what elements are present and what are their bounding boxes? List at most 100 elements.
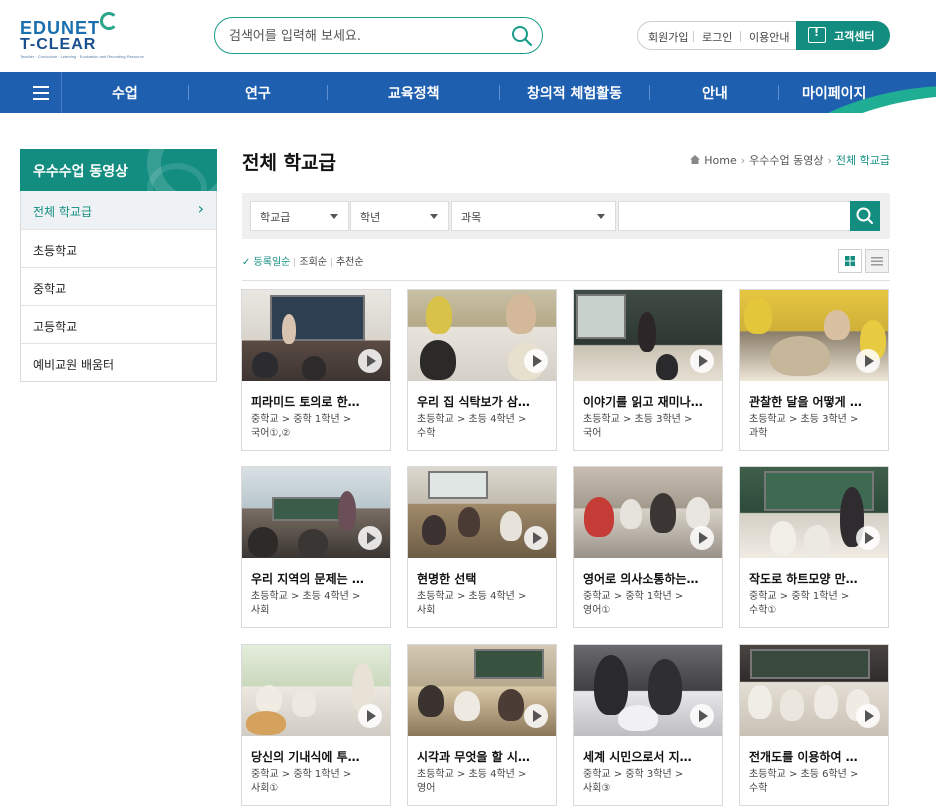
filter-bar: 학교급 학년 과목 [242, 193, 890, 239]
menu-icon[interactable] [21, 72, 61, 113]
play-icon[interactable] [524, 349, 548, 373]
video-thumbnail[interactable] [242, 645, 390, 736]
nav-item-info[interactable]: 안내 [702, 83, 728, 103]
video-card[interactable]: 우리 지역의 문제는 … 초등학교 > 초등 4학년 > 사회 [241, 466, 391, 628]
sidebar-item-high[interactable]: 고등학교 [21, 305, 216, 343]
search-input[interactable] [229, 26, 499, 46]
chevron-right-icon: › [827, 154, 832, 167]
video-title[interactable]: 우리 집 식탁보가 삼… [417, 393, 549, 410]
video-category: 초등학교 > 초등 4학년 > 수학 [417, 414, 527, 439]
video-title[interactable]: 우리 지역의 문제는 … [251, 570, 383, 587]
util-divider [740, 31, 741, 42]
play-icon[interactable] [358, 349, 382, 373]
video-thumbnail[interactable] [242, 290, 390, 381]
sidebar-item-label: 전체 학교급 [33, 205, 93, 219]
sidebar-item-all-levels[interactable]: 전체 학교급 › [21, 191, 216, 229]
play-icon[interactable] [524, 526, 548, 550]
sort-divider [294, 257, 296, 267]
video-card[interactable]: 당신의 기내식에 투… 중학교 > 중학 1학년 > 사회① [241, 644, 391, 806]
play-icon[interactable] [856, 704, 880, 728]
school-level-select[interactable]: 학교급 [250, 201, 349, 231]
breadcrumb-section[interactable]: 우수수업 동영상 [749, 154, 823, 167]
select-label: 학년 [360, 211, 381, 224]
video-category: 초등학교 > 초등 4학년 > 사회 [417, 591, 527, 616]
nav-divider [649, 85, 650, 100]
customer-center-button[interactable]: 고객센터 [796, 21, 890, 50]
play-icon[interactable] [524, 704, 548, 728]
video-title[interactable]: 영어로 의사소통하는… [583, 570, 715, 587]
video-card[interactable]: 우리 집 식탁보가 삼… 초등학교 > 초등 4학년 > 수학 [407, 289, 557, 451]
video-card[interactable]: 관찰한 달을 어떻게 … 초등학교 > 초등 3학년 > 과학 [739, 289, 889, 451]
video-card[interactable]: 작도로 하트모양 만… 중학교 > 중학 1학년 > 수학① [739, 466, 889, 628]
video-card[interactable]: 시각과 무엇을 할 시… 초등학교 > 초등 4학년 > 영어 [407, 644, 557, 806]
grade-select[interactable]: 학년 [350, 201, 449, 231]
play-icon[interactable] [358, 704, 382, 728]
video-title[interactable]: 현명한 선택 [417, 570, 549, 587]
video-title[interactable]: 당신의 기내식에 투… [251, 748, 383, 765]
sort-by-views[interactable]: 조회순 [299, 257, 327, 268]
sort-by-recommend[interactable]: 추천순 [336, 257, 364, 268]
video-thumbnail[interactable] [408, 467, 556, 558]
keyword-input[interactable] [618, 201, 851, 231]
nav-item-creative[interactable]: 창의적 체험활동 [527, 83, 622, 103]
video-thumbnail[interactable] [740, 290, 888, 381]
video-thumbnail[interactable] [740, 467, 888, 558]
guide-link[interactable]: 이용안내 [749, 29, 789, 45]
play-icon[interactable] [856, 526, 880, 550]
video-card[interactable]: 전개도를 이용하여 … 초등학교 > 초등 6학년 > 수학 [739, 644, 889, 806]
home-icon [690, 155, 701, 164]
edunet-logo[interactable]: EDUNET T-CLEAR Teacher · Curriculum · Le… [20, 12, 144, 59]
video-title[interactable]: 관찰한 달을 어떻게 … [749, 393, 881, 410]
chevron-right-icon: › [740, 154, 746, 167]
sidebar-item-preservice[interactable]: 예비교원 배움터 [21, 343, 216, 381]
play-icon[interactable] [358, 526, 382, 550]
sort-by-date[interactable]: 등록일순 [254, 257, 291, 268]
video-category: 초등학교 > 초등 3학년 > 국어 [583, 414, 693, 439]
search-icon[interactable] [511, 25, 533, 47]
monitor-notice-icon [808, 26, 826, 43]
play-icon[interactable] [856, 349, 880, 373]
dropdown-arrow-icon [430, 214, 438, 219]
video-thumbnail[interactable] [740, 645, 888, 736]
list-icon [871, 257, 883, 266]
video-card[interactable]: 이야기를 읽고 재미나… 초등학교 > 초등 3학년 > 국어 [573, 289, 723, 451]
signup-link[interactable]: 회원가입 [648, 29, 688, 45]
nav-item-class[interactable]: 수업 [112, 83, 138, 103]
video-card[interactable]: 피라미드 토의로 한… 중학교 > 중학 1학년 > 국어①,② [241, 289, 391, 451]
sidebar-item-label: 중학교 [33, 282, 67, 296]
video-thumbnail[interactable] [408, 290, 556, 381]
nav-item-policy[interactable]: 교육정책 [388, 83, 440, 103]
video-thumbnail[interactable] [242, 467, 390, 558]
list-view-button[interactable] [865, 249, 889, 273]
nav-divider [499, 85, 500, 100]
video-category: 중학교 > 중학 1학년 > 국어①,② [251, 414, 352, 439]
video-card[interactable]: 현명한 선택 초등학교 > 초등 4학년 > 사회 [407, 466, 557, 628]
grid-view-button[interactable] [838, 249, 862, 273]
video-thumbnail[interactable] [574, 645, 722, 736]
nav-item-research[interactable]: 연구 [245, 83, 271, 103]
video-title[interactable]: 피라미드 토의로 한… [251, 393, 383, 410]
video-thumbnail[interactable] [574, 467, 722, 558]
sidebar-item-elementary[interactable]: 초등학교 [21, 229, 216, 267]
subject-select[interactable]: 과목 [451, 201, 616, 231]
video-title[interactable]: 시각과 무엇을 할 시… [417, 748, 549, 765]
video-thumbnail[interactable] [574, 290, 722, 381]
filter-search-button[interactable] [850, 201, 880, 231]
breadcrumb-home[interactable]: Home [704, 154, 736, 167]
sidebar: 우수수업 동영상 전체 학교급 › 초등학교 중학교 고등학교 예비교원 배움터 [20, 149, 217, 382]
video-title[interactable]: 이야기를 읽고 재미나… [583, 393, 715, 410]
sidebar-item-label: 초등학교 [33, 244, 78, 258]
play-icon[interactable] [690, 704, 714, 728]
video-title[interactable]: 작도로 하트모양 만… [749, 570, 881, 587]
play-icon[interactable] [690, 526, 714, 550]
play-icon[interactable] [690, 349, 714, 373]
video-thumbnail[interactable] [408, 645, 556, 736]
login-link[interactable]: 로그인 [702, 29, 732, 45]
sidebar-item-middle[interactable]: 중학교 [21, 267, 216, 305]
video-card[interactable]: 세계 시민으로서 지… 중학교 > 중학 3학년 > 사회③ [573, 644, 723, 806]
nav-item-mypage[interactable]: 마이페이지 [802, 83, 866, 103]
video-category: 중학교 > 중학 1학년 > 사회① [251, 769, 352, 794]
video-title[interactable]: 전개도를 이용하여 … [749, 748, 881, 765]
video-title[interactable]: 세계 시민으로서 지… [583, 748, 715, 765]
video-card[interactable]: 영어로 의사소통하는… 중학교 > 중학 1학년 > 영어① [573, 466, 723, 628]
